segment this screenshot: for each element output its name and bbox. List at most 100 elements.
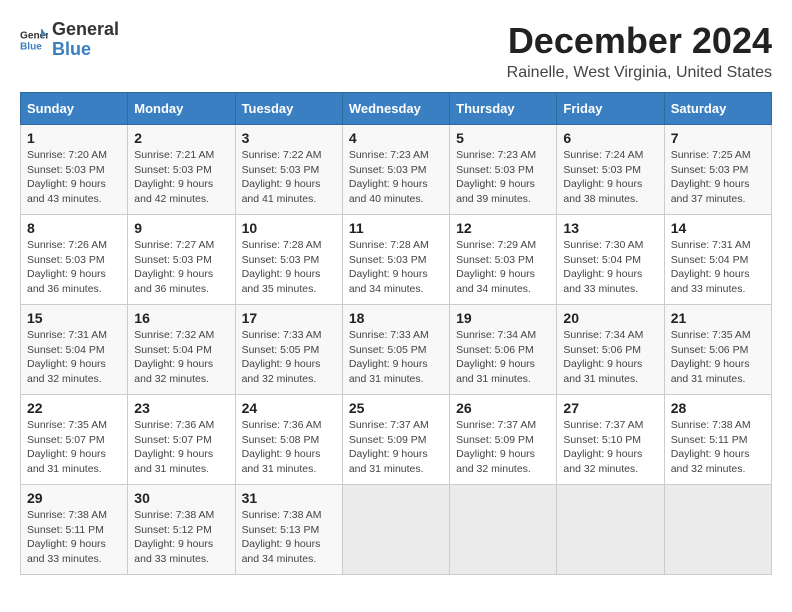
- day-info: Sunrise: 7:34 AMSunset: 5:06 PMDaylight:…: [456, 329, 536, 385]
- header-cell-saturday: Saturday: [664, 93, 771, 125]
- day-number: 24: [242, 400, 336, 416]
- day-cell: 8 Sunrise: 7:26 AMSunset: 5:03 PMDayligh…: [21, 215, 128, 305]
- day-number: 7: [671, 130, 765, 146]
- day-cell: 12 Sunrise: 7:29 AMSunset: 5:03 PMDaylig…: [450, 215, 557, 305]
- day-info: Sunrise: 7:26 AMSunset: 5:03 PMDaylight:…: [27, 239, 107, 295]
- day-info: Sunrise: 7:37 AMSunset: 5:09 PMDaylight:…: [349, 419, 429, 475]
- week-row-5: 29 Sunrise: 7:38 AMSunset: 5:11 PMDaylig…: [21, 485, 772, 575]
- header-cell-thursday: Thursday: [450, 93, 557, 125]
- day-cell: [450, 485, 557, 575]
- day-info: Sunrise: 7:38 AMSunset: 5:13 PMDaylight:…: [242, 509, 322, 565]
- day-number: 3: [242, 130, 336, 146]
- day-cell: 17 Sunrise: 7:33 AMSunset: 5:05 PMDaylig…: [235, 305, 342, 395]
- day-number: 20: [563, 310, 657, 326]
- logo: General Blue General Blue: [20, 20, 119, 60]
- day-cell: [557, 485, 664, 575]
- day-number: 27: [563, 400, 657, 416]
- day-cell: 30 Sunrise: 7:38 AMSunset: 5:12 PMDaylig…: [128, 485, 235, 575]
- day-number: 26: [456, 400, 550, 416]
- day-cell: 13 Sunrise: 7:30 AMSunset: 5:04 PMDaylig…: [557, 215, 664, 305]
- day-number: 15: [27, 310, 121, 326]
- day-number: 31: [242, 490, 336, 506]
- day-number: 28: [671, 400, 765, 416]
- day-cell: 4 Sunrise: 7:23 AMSunset: 5:03 PMDayligh…: [342, 125, 449, 215]
- day-number: 8: [27, 220, 121, 236]
- day-info: Sunrise: 7:23 AMSunset: 5:03 PMDaylight:…: [349, 149, 429, 205]
- day-info: Sunrise: 7:21 AMSunset: 5:03 PMDaylight:…: [134, 149, 214, 205]
- day-info: Sunrise: 7:35 AMSunset: 5:06 PMDaylight:…: [671, 329, 751, 385]
- header-row: SundayMondayTuesdayWednesdayThursdayFrid…: [21, 93, 772, 125]
- day-number: 29: [27, 490, 121, 506]
- day-info: Sunrise: 7:27 AMSunset: 5:03 PMDaylight:…: [134, 239, 214, 295]
- day-cell: [664, 485, 771, 575]
- day-cell: 19 Sunrise: 7:34 AMSunset: 5:06 PMDaylig…: [450, 305, 557, 395]
- day-number: 4: [349, 130, 443, 146]
- month-title: December 2024: [507, 20, 772, 62]
- day-cell: 23 Sunrise: 7:36 AMSunset: 5:07 PMDaylig…: [128, 395, 235, 485]
- day-cell: 14 Sunrise: 7:31 AMSunset: 5:04 PMDaylig…: [664, 215, 771, 305]
- day-info: Sunrise: 7:25 AMSunset: 5:03 PMDaylight:…: [671, 149, 751, 205]
- day-cell: 25 Sunrise: 7:37 AMSunset: 5:09 PMDaylig…: [342, 395, 449, 485]
- day-number: 9: [134, 220, 228, 236]
- day-number: 30: [134, 490, 228, 506]
- day-number: 19: [456, 310, 550, 326]
- week-row-1: 1 Sunrise: 7:20 AMSunset: 5:03 PMDayligh…: [21, 125, 772, 215]
- day-info: Sunrise: 7:30 AMSunset: 5:04 PMDaylight:…: [563, 239, 643, 295]
- calendar-table: SundayMondayTuesdayWednesdayThursdayFrid…: [20, 92, 772, 575]
- day-cell: 3 Sunrise: 7:22 AMSunset: 5:03 PMDayligh…: [235, 125, 342, 215]
- week-row-2: 8 Sunrise: 7:26 AMSunset: 5:03 PMDayligh…: [21, 215, 772, 305]
- day-info: Sunrise: 7:20 AMSunset: 5:03 PMDaylight:…: [27, 149, 107, 205]
- day-cell: 7 Sunrise: 7:25 AMSunset: 5:03 PMDayligh…: [664, 125, 771, 215]
- day-info: Sunrise: 7:24 AMSunset: 5:03 PMDaylight:…: [563, 149, 643, 205]
- day-info: Sunrise: 7:23 AMSunset: 5:03 PMDaylight:…: [456, 149, 536, 205]
- day-cell: 10 Sunrise: 7:28 AMSunset: 5:03 PMDaylig…: [235, 215, 342, 305]
- day-info: Sunrise: 7:37 AMSunset: 5:10 PMDaylight:…: [563, 419, 643, 475]
- day-number: 2: [134, 130, 228, 146]
- svg-text:Blue: Blue: [20, 41, 42, 52]
- day-cell: 24 Sunrise: 7:36 AMSunset: 5:08 PMDaylig…: [235, 395, 342, 485]
- day-number: 17: [242, 310, 336, 326]
- logo-icon: General Blue: [20, 26, 48, 54]
- day-number: 11: [349, 220, 443, 236]
- day-cell: 9 Sunrise: 7:27 AMSunset: 5:03 PMDayligh…: [128, 215, 235, 305]
- header-cell-wednesday: Wednesday: [342, 93, 449, 125]
- day-info: Sunrise: 7:36 AMSunset: 5:07 PMDaylight:…: [134, 419, 214, 475]
- logo-text: General Blue: [52, 20, 119, 60]
- week-row-4: 22 Sunrise: 7:35 AMSunset: 5:07 PMDaylig…: [21, 395, 772, 485]
- day-cell: 11 Sunrise: 7:28 AMSunset: 5:03 PMDaylig…: [342, 215, 449, 305]
- day-number: 25: [349, 400, 443, 416]
- day-cell: 26 Sunrise: 7:37 AMSunset: 5:09 PMDaylig…: [450, 395, 557, 485]
- day-info: Sunrise: 7:38 AMSunset: 5:11 PMDaylight:…: [671, 419, 751, 475]
- day-number: 5: [456, 130, 550, 146]
- day-info: Sunrise: 7:35 AMSunset: 5:07 PMDaylight:…: [27, 419, 107, 475]
- day-cell: 31 Sunrise: 7:38 AMSunset: 5:13 PMDaylig…: [235, 485, 342, 575]
- header-cell-sunday: Sunday: [21, 93, 128, 125]
- day-cell: 6 Sunrise: 7:24 AMSunset: 5:03 PMDayligh…: [557, 125, 664, 215]
- day-number: 23: [134, 400, 228, 416]
- title-area: December 2024 Rainelle, West Virginia, U…: [507, 20, 772, 82]
- day-info: Sunrise: 7:31 AMSunset: 5:04 PMDaylight:…: [27, 329, 107, 385]
- day-cell: 21 Sunrise: 7:35 AMSunset: 5:06 PMDaylig…: [664, 305, 771, 395]
- day-cell: 27 Sunrise: 7:37 AMSunset: 5:10 PMDaylig…: [557, 395, 664, 485]
- day-number: 6: [563, 130, 657, 146]
- day-info: Sunrise: 7:31 AMSunset: 5:04 PMDaylight:…: [671, 239, 751, 295]
- day-cell: 29 Sunrise: 7:38 AMSunset: 5:11 PMDaylig…: [21, 485, 128, 575]
- day-info: Sunrise: 7:33 AMSunset: 5:05 PMDaylight:…: [349, 329, 429, 385]
- day-cell: 5 Sunrise: 7:23 AMSunset: 5:03 PMDayligh…: [450, 125, 557, 215]
- day-cell: 22 Sunrise: 7:35 AMSunset: 5:07 PMDaylig…: [21, 395, 128, 485]
- day-info: Sunrise: 7:34 AMSunset: 5:06 PMDaylight:…: [563, 329, 643, 385]
- day-number: 10: [242, 220, 336, 236]
- header: General Blue General Blue December 2024 …: [20, 20, 772, 82]
- day-info: Sunrise: 7:32 AMSunset: 5:04 PMDaylight:…: [134, 329, 214, 385]
- day-number: 12: [456, 220, 550, 236]
- day-info: Sunrise: 7:29 AMSunset: 5:03 PMDaylight:…: [456, 239, 536, 295]
- day-info: Sunrise: 7:28 AMSunset: 5:03 PMDaylight:…: [242, 239, 322, 295]
- day-number: 14: [671, 220, 765, 236]
- day-number: 1: [27, 130, 121, 146]
- day-number: 18: [349, 310, 443, 326]
- day-number: 13: [563, 220, 657, 236]
- day-info: Sunrise: 7:37 AMSunset: 5:09 PMDaylight:…: [456, 419, 536, 475]
- week-row-3: 15 Sunrise: 7:31 AMSunset: 5:04 PMDaylig…: [21, 305, 772, 395]
- day-cell: 1 Sunrise: 7:20 AMSunset: 5:03 PMDayligh…: [21, 125, 128, 215]
- day-cell: 2 Sunrise: 7:21 AMSunset: 5:03 PMDayligh…: [128, 125, 235, 215]
